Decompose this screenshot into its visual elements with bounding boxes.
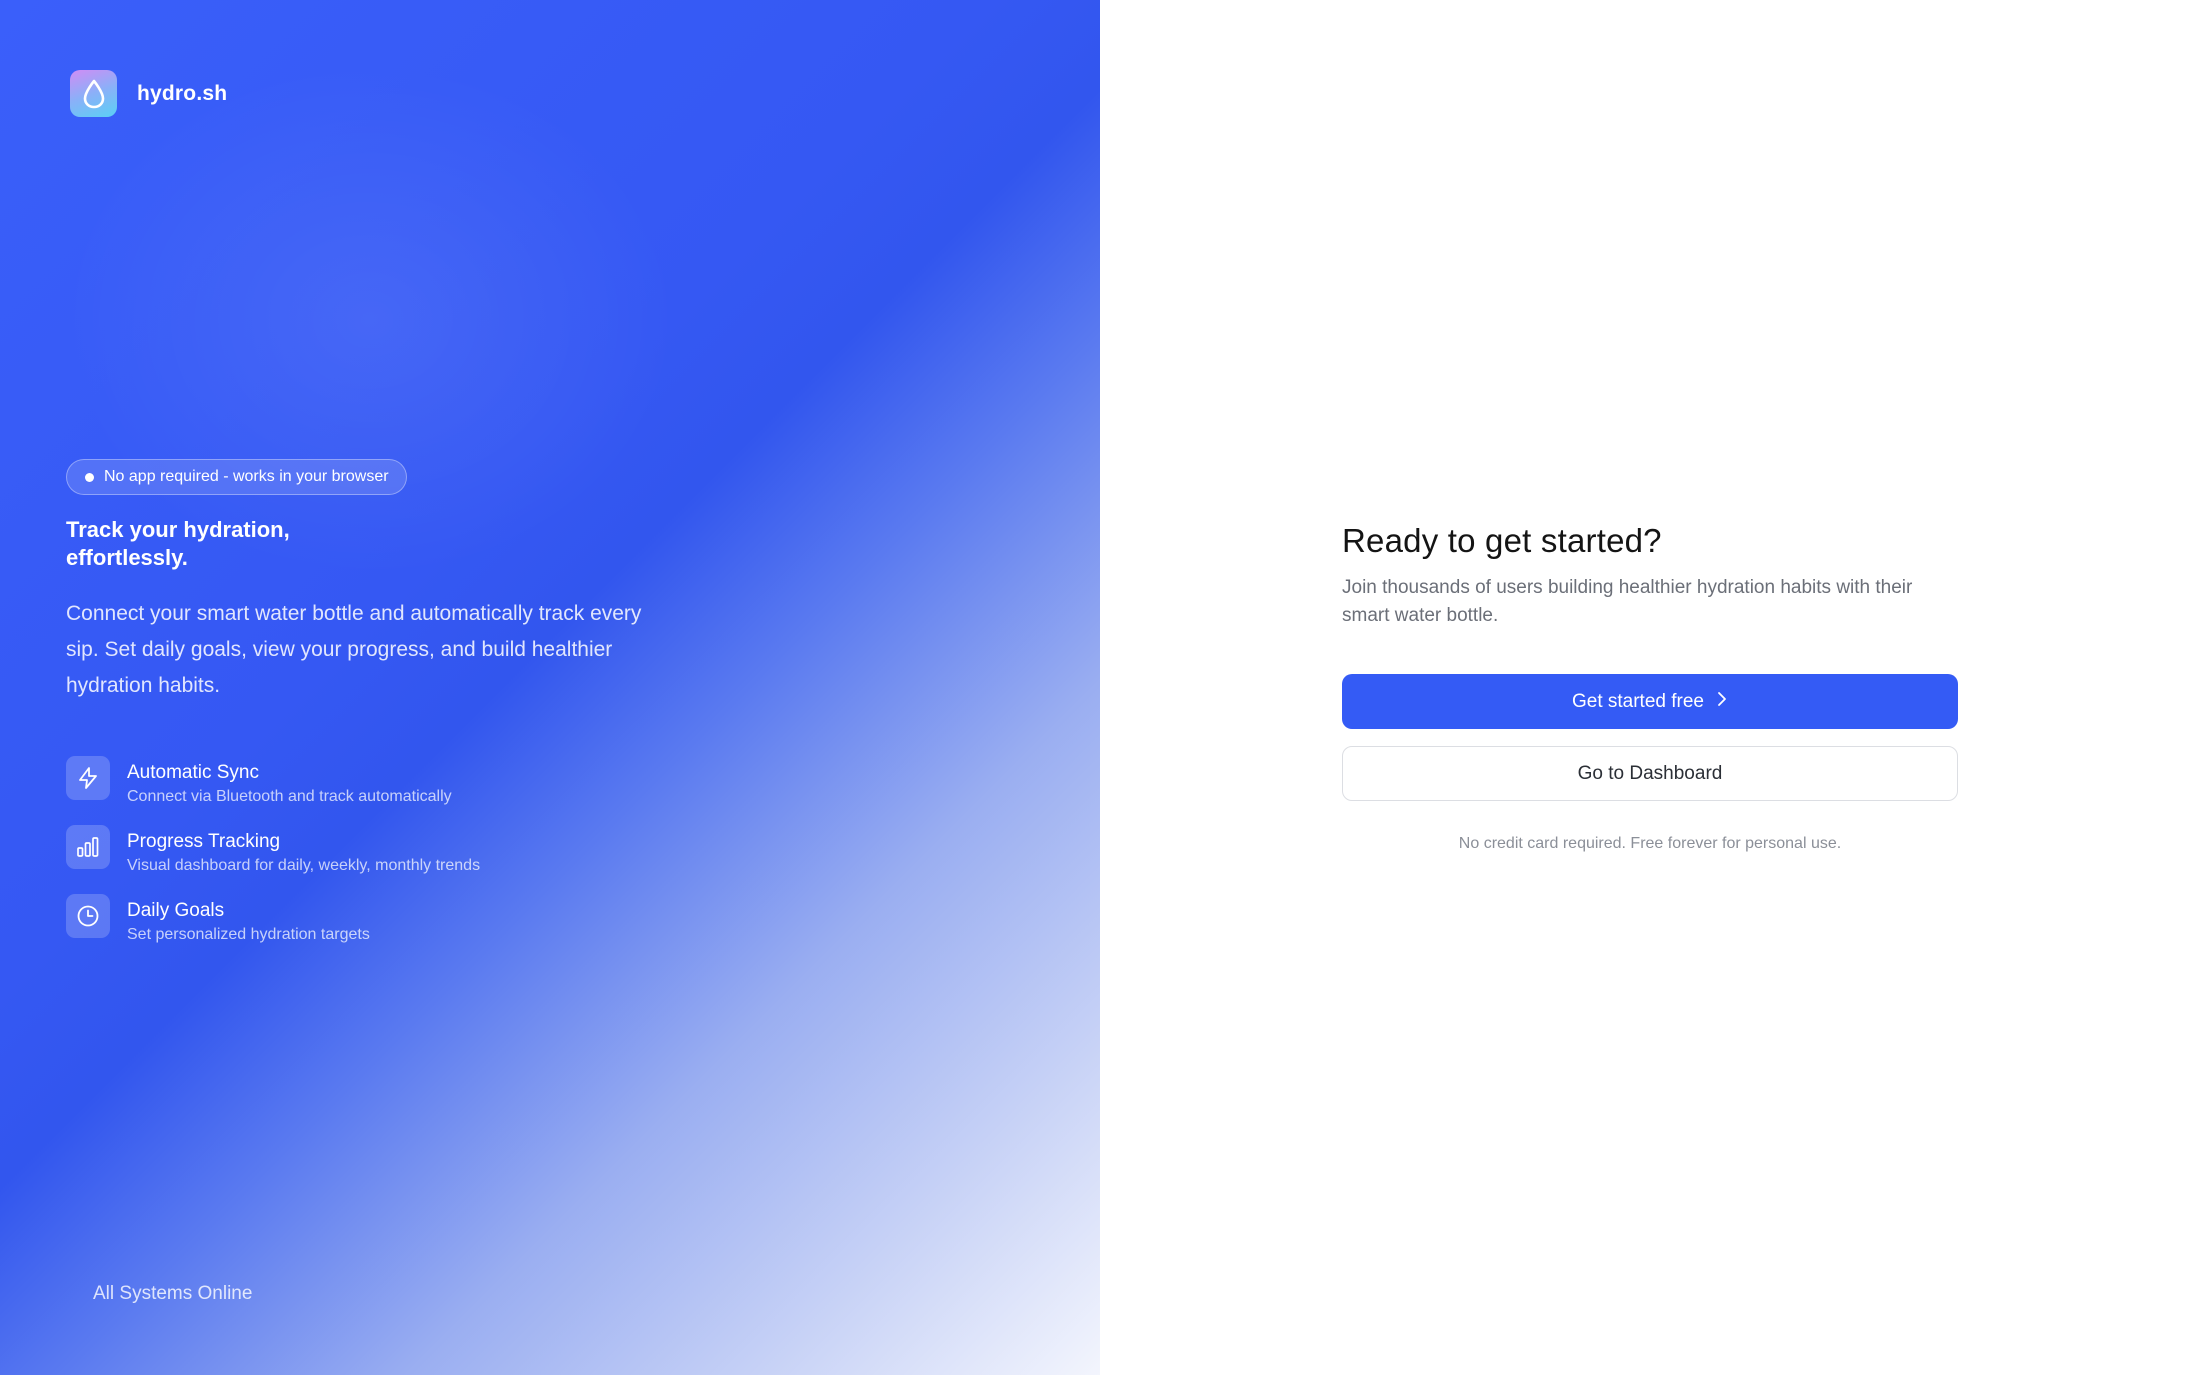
feature-description: Connect via Bluetooth and track automati… xyxy=(127,788,452,805)
lightning-bolt-icon xyxy=(66,756,110,800)
feature-title: Automatic Sync xyxy=(127,762,259,783)
feature-list: Automatic Sync Connect via Bluetooth and… xyxy=(66,756,480,963)
feature-title: Daily Goals xyxy=(127,900,225,921)
hero-description: Connect your smart water bottle and auto… xyxy=(66,602,642,697)
get-started-button[interactable]: Get started free xyxy=(1342,674,1958,729)
headline-line-1: Track your hydration, xyxy=(66,517,290,542)
badge-dot-icon xyxy=(85,472,94,482)
brand-name: hydro.sh xyxy=(137,81,228,105)
system-status: All Systems Online xyxy=(93,1283,253,1304)
hero-headline: Track your hydration, effortlessly. xyxy=(66,516,426,572)
feature-item-automatic-sync: Automatic Sync Connect via Bluetooth and… xyxy=(66,756,480,825)
feature-item-daily-goals: Daily Goals Set personalized hydration t… xyxy=(66,894,480,963)
bar-chart-icon xyxy=(66,825,110,869)
landing-page: hydro.sh No app required - works in your… xyxy=(0,0,2200,1375)
badge-label: No app required - works in your browser xyxy=(104,468,389,485)
cta-subtitle: Join thousands of users building healthi… xyxy=(1342,577,1913,626)
hero-glow xyxy=(60,60,680,580)
feature-item-progress-tracking: Progress Tracking Visual dashboard for d… xyxy=(66,825,480,894)
water-drop-icon xyxy=(70,70,117,117)
cta-title: Ready to get started? xyxy=(1342,522,1662,559)
feature-title: Progress Tracking xyxy=(127,831,281,852)
headline-line-2: effortlessly. xyxy=(66,545,188,570)
fineprint: No credit card required. Free forever fo… xyxy=(1458,835,1842,852)
get-started-label: Get started free xyxy=(1571,690,1704,712)
go-to-dashboard-label: Go to Dashboard xyxy=(1577,762,1723,784)
cta-card: Ready to get started? Join thousands of … xyxy=(1342,520,1958,853)
clock-icon xyxy=(66,894,110,938)
go-to-dashboard-button[interactable]: Go to Dashboard xyxy=(1342,746,1958,801)
hero-panel: hydro.sh No app required - works in your… xyxy=(0,0,1100,1375)
feature-description: Visual dashboard for daily, weekly, mont… xyxy=(127,857,481,874)
brand[interactable]: hydro.sh xyxy=(70,70,227,117)
browser-badge: No app required - works in your browser xyxy=(66,459,407,495)
feature-description: Set personalized hydration targets xyxy=(127,926,370,943)
chevron-right-icon xyxy=(1716,690,1728,714)
cta-panel: Ready to get started? Join thousands of … xyxy=(1100,0,2200,1375)
